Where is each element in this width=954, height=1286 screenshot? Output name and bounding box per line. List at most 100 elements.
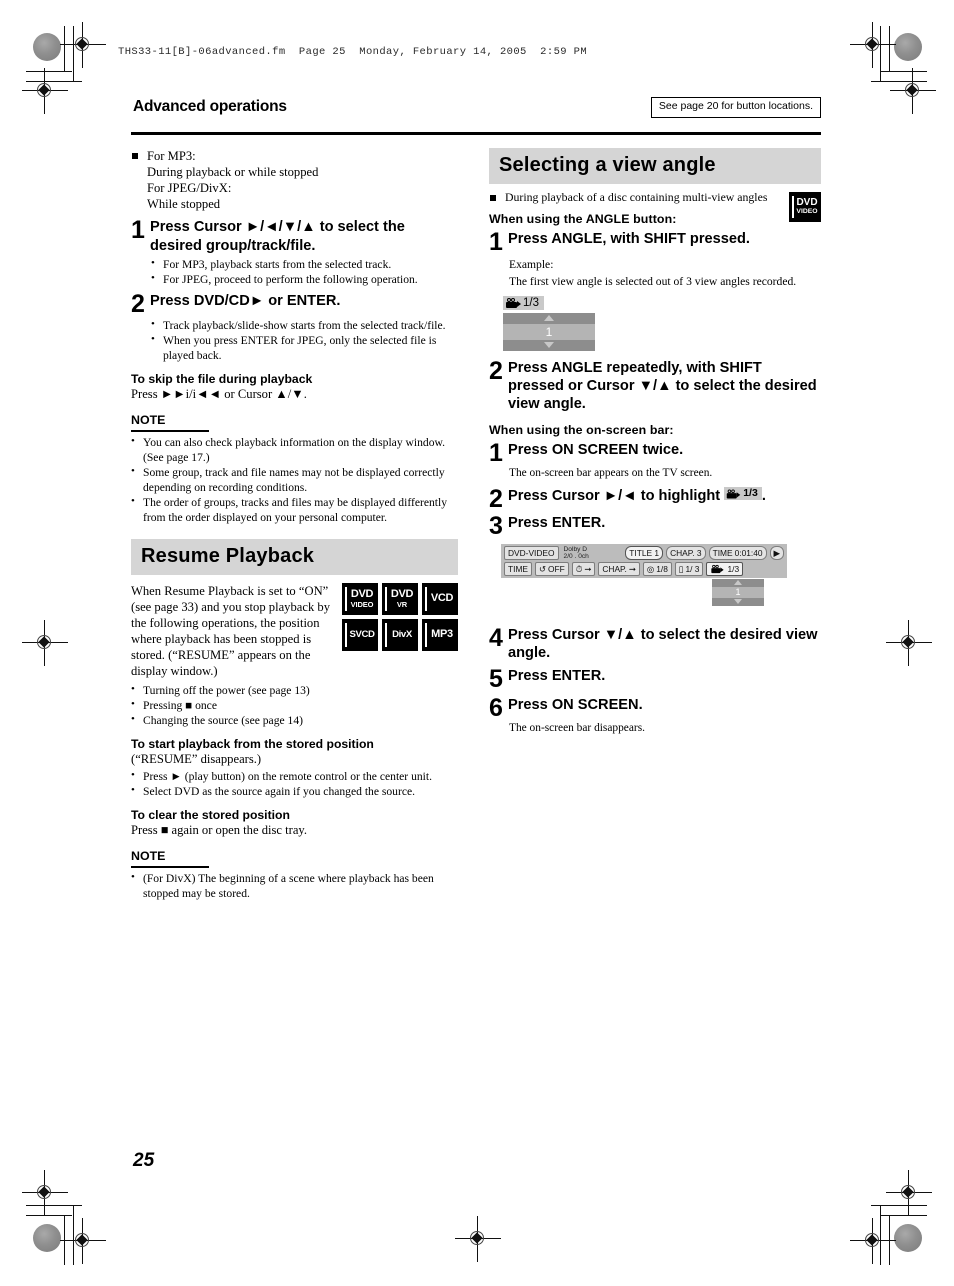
registration-mark-bottom-left	[60, 1218, 106, 1264]
resume-paragraph: When Resume Playback is set to “ON” (see…	[131, 583, 330, 679]
angle-chip-value: 1/3	[523, 296, 539, 309]
list-item: The order of groups, tracks and files ma…	[131, 494, 458, 525]
osb-time-mode-button[interactable]: TIME	[504, 561, 533, 576]
osb-angle-selected-value[interactable]: 1	[712, 586, 764, 598]
registration-mark-left-upper	[22, 68, 68, 114]
registration-mark-left-middle	[22, 620, 68, 666]
disc-badge-row: DVD VIDEO DVD VR VCD	[342, 582, 458, 615]
repeat-icon: ↺	[539, 563, 547, 574]
onscreen-step-3-number: 3	[489, 511, 503, 540]
disc-badge-row: SVCD DivX MP3	[342, 618, 458, 651]
arrow-right-icon: ➞	[628, 563, 636, 574]
resume-bullets: Turning off the power (see page 13) Pres…	[131, 682, 458, 728]
crop-line-bl-v1	[64, 1215, 65, 1265]
angle-selected-value[interactable]: 1	[503, 323, 595, 340]
chevron-down-icon	[734, 599, 742, 605]
onscreen-step-2-text-after: .	[761, 487, 766, 504]
osb-angle-dropdown[interactable]: 1	[712, 578, 764, 606]
registration-mark-left-lower	[22, 1170, 68, 1216]
angle-step-2: 2 Press ANGLE repeatedly, with SHIFT pre…	[489, 358, 821, 413]
list-item: Some group, track and file names may not…	[131, 464, 458, 495]
list-item: Select DVD as the source again if you ch…	[131, 783, 458, 799]
onscreen-step-4: 4 Press Cursor ▼/▲ to select the desired…	[489, 625, 821, 662]
disc-label-line1: VCD	[430, 592, 454, 605]
angle-button-heading: When using the ANGLE button:	[489, 212, 677, 227]
onscreen-step-6-text: Press ON SCREEN.	[508, 696, 643, 713]
intro-line-3: For JPEG/DivX:	[147, 181, 232, 196]
step-1-number: 1	[131, 216, 145, 245]
angle-chip-value: 1/3	[743, 487, 758, 500]
list-item: (For DivX) The beginning of a scene wher…	[131, 870, 458, 901]
crop-line-br-h1	[881, 1215, 927, 1216]
page-body: Advanced operations See page 20 for butt…	[131, 97, 821, 900]
disc-badge-dvd-vr: DVD VR	[382, 582, 418, 615]
registration-mark-bottom-center	[455, 1216, 501, 1262]
clear-position-heading: To clear the stored position	[131, 808, 290, 822]
list-item: Track playback/slide-show starts from th…	[151, 317, 458, 333]
crop-line-tl-v2	[73, 26, 74, 82]
osb-audio-format-line2: 2/0 . 0ch	[563, 552, 589, 560]
camera-angle-icon	[726, 489, 741, 499]
disc-badge-divx: DivX	[382, 618, 418, 651]
osb-title-field[interactable]: TITLE 1	[625, 545, 664, 560]
file-header-line: THS33-11[B]-06advanced.fm Page 25 Monday…	[118, 46, 588, 58]
osb-time-field[interactable]: TIME 0:01:40	[708, 545, 767, 560]
angle-indicator-chip-inline: 1/3	[724, 487, 762, 501]
disc-label-line1: MP3	[431, 628, 453, 641]
onscreen-step-5-text: Press ENTER.	[508, 667, 606, 684]
masthead-rule	[131, 132, 821, 135]
osb-angle-scroll-down[interactable]	[712, 597, 764, 606]
section-band-resume-playback: Resume Playback	[131, 538, 458, 575]
step-1-bullets: For MP3, playback starts from the select…	[151, 256, 458, 287]
osb-audio-format: Dolby D 2/0 . 0ch	[562, 546, 591, 560]
onscreen-step-2-text: Press Cursor ►/◄ to highlight 1/3 .	[508, 487, 821, 505]
crop-line-bl-h1	[26, 1215, 72, 1216]
osb-angle-button[interactable]: 1/3	[706, 561, 744, 576]
camera-angle-icon	[506, 297, 521, 308]
intro-line-4: While stopped	[147, 197, 221, 212]
masthead: Advanced operations See page 20 for butt…	[131, 97, 821, 130]
note-rule-1	[131, 430, 209, 432]
onscreen-step-3: 3 Press ENTER.	[489, 511, 821, 540]
angle-selector-list[interactable]: 1	[503, 312, 595, 351]
onscreen-step-6-number: 6	[489, 693, 503, 722]
mp3-jpeg-intro: For MP3: During playback or while stoppe…	[131, 148, 458, 212]
chevron-up-icon	[544, 315, 554, 322]
osb-subtitle-button[interactable]: ▯ 1/ 3	[674, 561, 704, 576]
angle-selector-widget[interactable]: 1/3 1	[503, 295, 595, 351]
osb-repeat-value: OFF	[548, 563, 565, 574]
step-2-number: 2	[131, 289, 145, 318]
angle-step-1-example-label: Example:	[509, 258, 554, 272]
disc-label-line2: VIDEO	[350, 599, 374, 609]
crop-line-tr-v2	[880, 26, 881, 82]
chevron-up-icon	[734, 580, 742, 586]
crop-line-br-v2	[880, 1205, 881, 1265]
osb-next-arrow-button[interactable]: ▶	[769, 545, 784, 560]
osb-chapter-search-label: CHAP.	[602, 563, 627, 574]
note-list-2: (For DivX) The beginning of a scene wher…	[131, 870, 458, 901]
step-1-text: Press Cursor ►/◄/▼/▲ to select the desir…	[150, 219, 405, 254]
resume-intro-block: When Resume Playback is set to “ON” (see…	[131, 582, 458, 680]
list-item: You can also check playback information …	[131, 434, 458, 465]
onscreen-step-1-sub: The on-screen bar appears on the TV scre…	[509, 467, 713, 480]
view-angle-intro: During playback of a disc containing mul…	[489, 190, 795, 205]
osb-audio-button[interactable]: ◎ 1/8	[642, 561, 672, 576]
selecting-view-angle-title: Selecting a view angle	[499, 154, 716, 176]
osb-disc-type: DVD-VIDEO	[504, 545, 559, 560]
list-item: For JPEG, proceed to perform the followi…	[151, 271, 458, 287]
osb-chapter-search-button[interactable]: CHAP. ➞	[598, 561, 640, 576]
disc-label-line1: SVCD	[349, 628, 375, 640]
skip-file-body: Press ►►i/i◄◄ or Cursor ▲/▼.	[131, 386, 307, 401]
osb-angle-scroll-up[interactable]	[712, 578, 764, 587]
angle-scroll-down[interactable]	[503, 339, 595, 351]
onscreen-step-6: 6 Press ON SCREEN.	[489, 693, 821, 722]
start-playback-heading: To start playback from the stored positi…	[131, 736, 374, 751]
angle-scroll-up[interactable]	[503, 312, 595, 324]
crop-line-tl-v1	[64, 26, 65, 72]
osb-chapter-field[interactable]: CHAP. 3	[666, 545, 706, 560]
registration-mark-right-upper	[890, 68, 936, 114]
view-angle-intro-block: During playback of a disc containing mul…	[489, 190, 821, 222]
osb-time-search-button[interactable]: ⏱ ➞	[571, 561, 596, 576]
step-2-text: Press DVD/CD► or ENTER.	[150, 292, 341, 309]
osb-repeat-button[interactable]: ↺ OFF	[535, 561, 569, 576]
